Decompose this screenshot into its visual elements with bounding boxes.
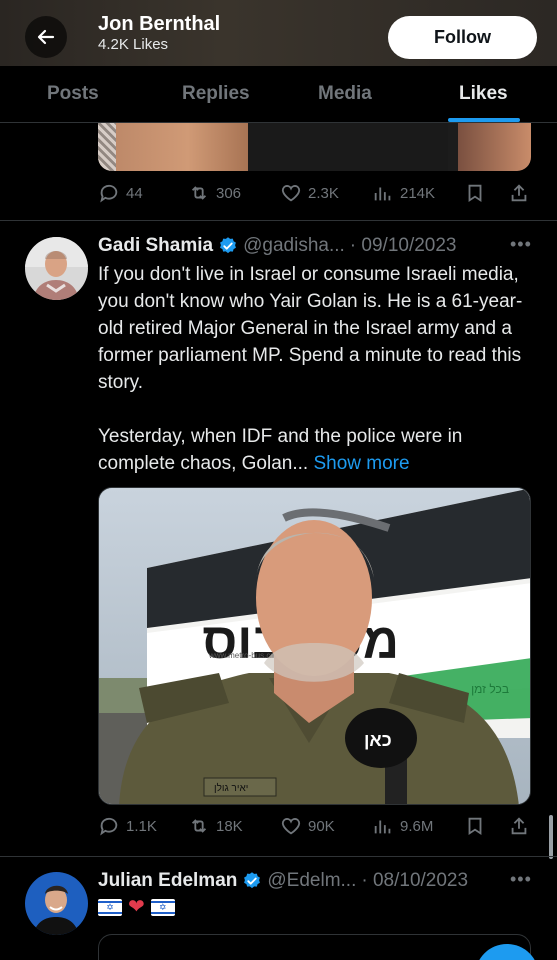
reply-button[interactable]: 1.1K bbox=[98, 815, 157, 837]
like-button[interactable]: 90K bbox=[280, 815, 335, 837]
follow-button[interactable]: Follow bbox=[388, 16, 537, 59]
post-text: If you don't live in Israel or consume I… bbox=[98, 261, 538, 477]
israel-flag-icon: ✡ bbox=[150, 899, 175, 916]
profile-tabs: Posts Replies Media Likes bbox=[0, 66, 557, 123]
more-options-icon[interactable]: ••• bbox=[510, 869, 532, 890]
views-icon bbox=[374, 187, 391, 201]
post-author-line: Julian Edelman @Edelm... · 08/10/2023 bbox=[98, 870, 468, 892]
like-button[interactable]: 2.3K bbox=[280, 182, 339, 204]
quoted-post-card[interactable] bbox=[98, 934, 531, 960]
avatar[interactable] bbox=[25, 872, 88, 935]
reply-button[interactable]: 44 bbox=[98, 182, 143, 204]
bus-slogan-text: בכל זמן bbox=[471, 682, 509, 696]
active-tab-indicator bbox=[448, 118, 520, 122]
author-handle[interactable]: @Edelm... bbox=[267, 870, 356, 892]
post-media-image[interactable] bbox=[98, 123, 531, 171]
avatar[interactable] bbox=[25, 237, 88, 300]
post-divider bbox=[0, 220, 557, 221]
author-name[interactable]: Gadi Shamia bbox=[98, 235, 213, 257]
repost-count: 18K bbox=[216, 817, 243, 835]
post-date[interactable]: · 09/10/2023 bbox=[350, 235, 457, 257]
author-handle[interactable]: @gadisha... bbox=[243, 235, 345, 257]
like-count: 2.3K bbox=[308, 184, 339, 202]
post-actions: 44 306 2.3K 214K bbox=[98, 182, 531, 206]
back-arrow-icon bbox=[37, 29, 55, 45]
share-button[interactable] bbox=[508, 182, 530, 204]
post-paragraph: Yesterday, when IDF and the police were … bbox=[98, 423, 538, 477]
reply-icon bbox=[100, 817, 118, 836]
repost-button[interactable]: 306 bbox=[188, 182, 241, 204]
post-paragraph: If you don't live in Israel or consume I… bbox=[98, 264, 523, 393]
post-divider bbox=[0, 856, 557, 857]
like-count: 90K bbox=[308, 817, 335, 835]
more-options-icon[interactable]: ••• bbox=[510, 234, 532, 255]
post-emoji-row: ✡ ❤ ✡ bbox=[98, 896, 175, 918]
name-tag-text: יאיר גולן bbox=[214, 782, 248, 794]
bookmark-button[interactable] bbox=[464, 815, 486, 837]
show-more-link[interactable]: Show more bbox=[313, 453, 409, 474]
author-name[interactable]: Julian Edelman bbox=[98, 870, 237, 892]
post-media-image[interactable]: מטרובוס בכל זמן www.metro-bus.co.il כאן … bbox=[98, 487, 531, 805]
heart-emoji-icon: ❤ bbox=[128, 896, 145, 918]
bookmark-button[interactable] bbox=[464, 182, 486, 204]
profile-header: Jon Bernthal 4.2K Likes Follow bbox=[0, 0, 557, 66]
israel-flag-icon: ✡ bbox=[98, 899, 122, 916]
likes-count: 4.2K Likes bbox=[98, 36, 169, 53]
repost-icon bbox=[191, 186, 207, 200]
repost-button[interactable]: 18K bbox=[188, 815, 243, 837]
repost-count: 306 bbox=[216, 184, 242, 202]
views-icon bbox=[374, 820, 391, 834]
back-button[interactable] bbox=[25, 16, 67, 58]
heart-icon bbox=[281, 818, 301, 835]
reply-icon bbox=[100, 184, 118, 203]
verified-badge-icon bbox=[220, 237, 237, 254]
bookmark-icon bbox=[468, 817, 482, 836]
verified-badge-icon bbox=[244, 872, 261, 889]
views-button[interactable]: 214K bbox=[372, 182, 435, 204]
mic-label-text: כאן bbox=[364, 730, 392, 750]
share-button[interactable] bbox=[508, 815, 530, 837]
views-button[interactable]: 9.6M bbox=[372, 815, 433, 837]
reply-count: 1.1K bbox=[126, 817, 157, 835]
reply-count: 44 bbox=[126, 184, 143, 202]
heart-icon bbox=[281, 185, 301, 202]
tab-replies[interactable]: Replies bbox=[182, 83, 250, 105]
tab-posts[interactable]: Posts bbox=[47, 83, 99, 105]
post-date[interactable]: · 08/10/2023 bbox=[361, 870, 468, 892]
bookmark-icon bbox=[468, 184, 482, 203]
post-actions: 1.1K 18K 90K 9.6M bbox=[98, 815, 531, 839]
views-count: 9.6M bbox=[400, 817, 434, 835]
profile-name: Jon Bernthal bbox=[98, 13, 221, 35]
share-icon bbox=[511, 817, 527, 835]
share-icon bbox=[511, 184, 527, 202]
views-count: 214K bbox=[400, 184, 436, 202]
tab-likes[interactable]: Likes bbox=[459, 83, 508, 105]
tab-media[interactable]: Media bbox=[318, 83, 372, 105]
repost-icon bbox=[191, 819, 207, 833]
post-author-line: Gadi Shamia @gadisha... · 09/10/2023 bbox=[98, 235, 457, 257]
scrollbar[interactable] bbox=[549, 815, 553, 859]
